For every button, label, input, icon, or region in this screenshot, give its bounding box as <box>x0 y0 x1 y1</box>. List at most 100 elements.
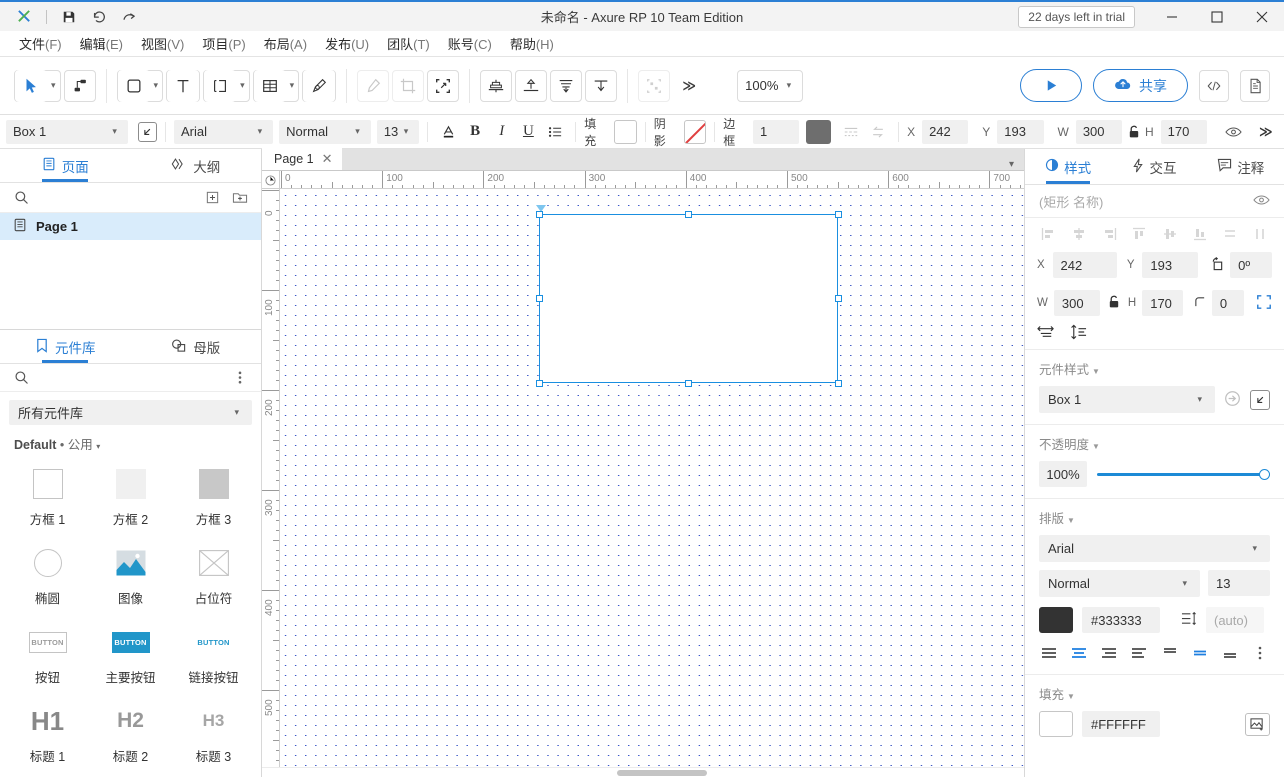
apply-style-icon[interactable] <box>1250 389 1270 410</box>
select-tool-combo[interactable]: ▾ <box>14 69 61 102</box>
align-bottom-icon[interactable] <box>1190 224 1210 244</box>
resize-handle-s[interactable] <box>685 380 692 387</box>
resize-handle-n[interactable] <box>685 211 692 218</box>
save-icon[interactable] <box>55 5 83 29</box>
redo-icon[interactable] <box>115 5 143 29</box>
zoom-select[interactable]: 100% ▾ <box>737 69 804 102</box>
h-field[interactable]: 170 <box>1160 119 1207 144</box>
menu-item-layout[interactable]: 布局(A) <box>255 31 316 56</box>
library-group-header[interactable]: Default • 公用 ▾ <box>0 425 261 457</box>
distribute-vertical-icon[interactable] <box>1250 224 1270 244</box>
align-center-horizontal-icon[interactable] <box>1069 224 1089 244</box>
canvas-tab-page1[interactable]: Page 1 ✕ <box>262 148 342 170</box>
page-list-item-page1[interactable]: Page 1 <box>0 213 261 240</box>
tab-masters[interactable]: 母版 <box>131 330 262 363</box>
align-right-icon[interactable] <box>1099 224 1119 244</box>
preview-button[interactable] <box>1020 69 1082 102</box>
update-style-icon[interactable] <box>1224 390 1241 410</box>
lock-aspect-icon[interactable] <box>1108 295 1120 312</box>
italic-icon[interactable]: I <box>489 120 514 144</box>
tab-style[interactable]: 样式 <box>1025 149 1111 184</box>
text-vertical-top-icon[interactable] <box>1160 643 1180 663</box>
corner-radius-field[interactable]: 0 <box>1211 290 1244 316</box>
chevron-down-icon[interactable]: ▾ <box>47 81 60 90</box>
widget-style-select[interactable]: Box 1 ▾ <box>1039 386 1215 413</box>
y-field[interactable]: 193 <box>997 119 1044 144</box>
distribute-horizontal-icon[interactable] <box>550 69 583 102</box>
font-family-select[interactable]: Arial ▾ <box>1039 535 1270 562</box>
font-family-select[interactable]: Arial ▾ <box>173 119 274 144</box>
font-color-swatch[interactable] <box>1039 607 1073 633</box>
trial-badge[interactable]: 22 days left in trial <box>1018 5 1135 28</box>
menu-item-publish[interactable]: 发布(U) <box>316 31 378 56</box>
design-canvas[interactable] <box>280 189 1024 767</box>
text-align-left-icon[interactable] <box>1039 643 1059 663</box>
line-style-icon[interactable] <box>839 120 864 144</box>
menu-item-file[interactable]: 文件(F) <box>10 31 71 56</box>
menu-item-project[interactable]: 项目(P) <box>193 31 254 56</box>
bold-icon[interactable]: B <box>463 120 488 144</box>
widget-h1[interactable]: H1 标题 1 <box>6 696 89 775</box>
vertical-ruler[interactable]: 0 100 200 300 400 500 <box>262 189 280 767</box>
share-button[interactable]: 共享 <box>1093 69 1188 102</box>
menu-item-help[interactable]: 帮助(H) <box>501 31 563 56</box>
widget-box2[interactable]: 方框 2 <box>89 459 172 538</box>
chevron-down-icon[interactable]: ▾ <box>236 81 249 90</box>
widget-name-input[interactable]: (矩形 名称) <box>1039 192 1253 211</box>
code-view-icon[interactable] <box>1199 69 1229 102</box>
maximize-icon[interactable] <box>1194 1 1239 32</box>
h-field[interactable]: 170 <box>1142 290 1183 316</box>
connector-tool-icon[interactable] <box>63 69 96 102</box>
formatbar-overflow-button[interactable]: ≫ <box>1253 120 1278 144</box>
underline-icon[interactable]: U <box>516 120 541 144</box>
fill-title[interactable]: 填充 ▼ <box>1039 684 1270 703</box>
select-tool-icon[interactable] <box>15 69 47 102</box>
eyedropper-icon[interactable] <box>357 69 390 102</box>
close-icon[interactable] <box>1239 1 1284 32</box>
border-color-swatch[interactable] <box>806 119 831 144</box>
align-middle-icon[interactable] <box>1160 224 1180 244</box>
rectangle-tool-combo[interactable]: ▾ <box>116 69 164 102</box>
horizontal-ruler[interactable]: 0 100 200 300 400 500 600 700 <box>262 171 1024 189</box>
widget-button[interactable]: BUTTON 按钮 <box>6 617 89 696</box>
menu-item-edit[interactable]: 编辑(E) <box>71 31 132 56</box>
library-select[interactable]: 所有元件库 ▾ <box>9 400 252 425</box>
scrollbar-thumb[interactable] <box>617 770 707 776</box>
corner-expand-icon[interactable] <box>1256 294 1272 313</box>
transform-icon[interactable] <box>427 69 460 102</box>
group-icon[interactable] <box>638 69 671 102</box>
fill-color-swatch[interactable] <box>614 119 637 144</box>
text-tool-combo[interactable] <box>166 69 201 102</box>
add-folder-icon[interactable] <box>229 187 251 209</box>
minimize-icon[interactable] <box>1149 1 1194 32</box>
chevron-down-icon[interactable]: ▾ <box>150 81 163 90</box>
toolbar-overflow-button[interactable]: ≫ <box>673 69 706 102</box>
resize-handle-nw[interactable] <box>536 211 543 218</box>
font-color-hex-field[interactable]: #333333 <box>1082 607 1160 633</box>
w-field[interactable]: 300 <box>1075 119 1123 144</box>
typography-title[interactable]: 排版 ▼ <box>1039 508 1270 527</box>
resize-handle-e[interactable] <box>835 295 842 302</box>
close-icon[interactable]: ✕ <box>322 151 333 167</box>
widget-placeholder[interactable]: 占位符 <box>172 538 255 617</box>
widget-primary-button[interactable]: BUTTON 主要按钮 <box>89 617 172 696</box>
widget-ellipse[interactable]: 椭圆 <box>6 538 89 617</box>
font-size-field[interactable]: 13 <box>1208 570 1270 596</box>
widget-box3[interactable]: 方框 3 <box>172 459 255 538</box>
fill-color-swatch[interactable] <box>1039 711 1073 737</box>
axure-logo-icon[interactable] <box>10 5 38 29</box>
selected-rectangle-widget[interactable] <box>539 214 838 383</box>
table-tool-combo[interactable]: ▾ <box>252 69 300 102</box>
crop-icon[interactable] <box>392 69 425 102</box>
opacity-title[interactable]: 不透明度 ▼ <box>1039 434 1270 453</box>
text-tool-icon[interactable] <box>167 69 200 102</box>
fill-color-hex-field[interactable]: #FFFFFF <box>1082 711 1160 737</box>
text-vertical-middle-icon[interactable] <box>1190 643 1210 663</box>
text-align-center-icon[interactable] <box>1069 643 1089 663</box>
menu-item-account[interactable]: 账号(C) <box>439 31 501 56</box>
widget-h2[interactable]: H2 标题 2 <box>89 696 172 775</box>
tab-outline[interactable]: 大纲 <box>131 149 262 182</box>
text-more-options-icon[interactable] <box>1250 643 1270 663</box>
dynamic-panel-tool-combo[interactable]: ▾ <box>203 69 250 102</box>
add-page-icon[interactable] <box>201 187 223 209</box>
